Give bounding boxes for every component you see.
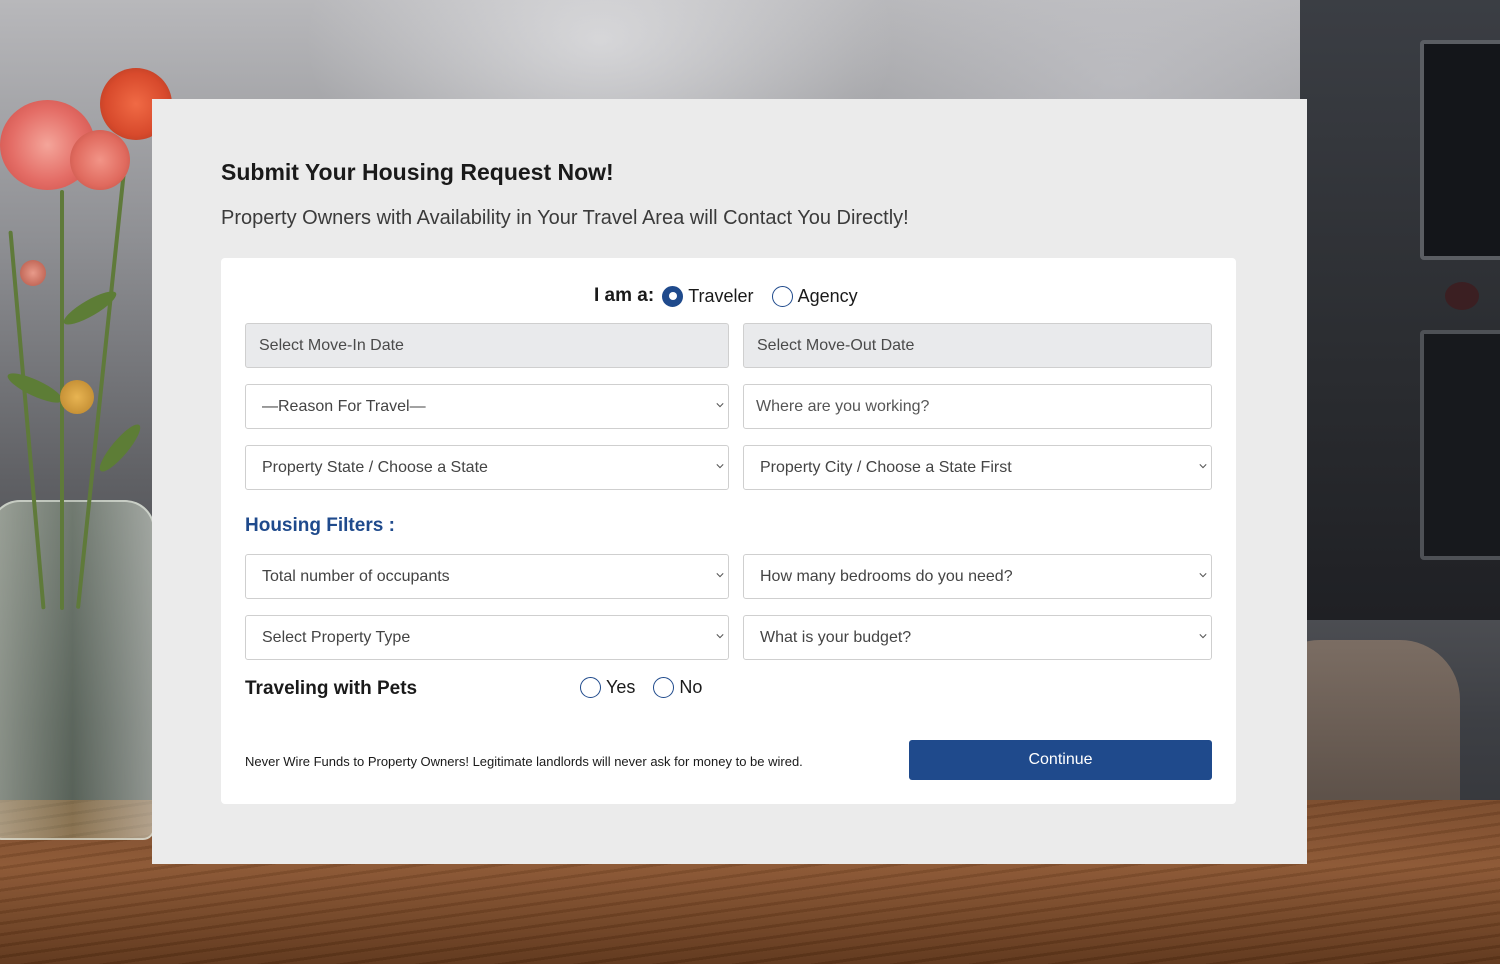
background-flower	[20, 260, 46, 286]
property-city-value: Property City / Choose a State First	[760, 458, 1012, 476]
page-title: Submit Your Housing Request Now!	[221, 159, 614, 185]
background-oven-lower	[1420, 330, 1500, 560]
request-form: I am a: Traveler Agency Select Move-In D…	[221, 258, 1236, 804]
pets-no-label: No	[679, 677, 703, 697]
move-out-date-field[interactable]: Select Move-Out Date	[743, 323, 1212, 368]
occupants-select[interactable]: Total number of occupants	[245, 554, 729, 599]
background-leaf	[94, 419, 146, 477]
continue-button[interactable]: Continue	[909, 740, 1212, 780]
pets-yes-radio[interactable]	[580, 677, 601, 698]
request-panel: Submit Your Housing Request Now! Propert…	[152, 99, 1307, 864]
chevron-down-icon	[716, 634, 724, 639]
traveler-radio[interactable]	[662, 285, 684, 307]
traveler-label: Traveler	[688, 285, 754, 306]
bedrooms-value: How many bedrooms do you need?	[760, 567, 1013, 585]
background-leaf	[4, 368, 66, 408]
wire-funds-disclaimer: Never Wire Funds to Property Owners! Leg…	[245, 754, 803, 769]
chevron-down-icon	[716, 573, 724, 578]
pets-label: Traveling with Pets	[245, 678, 418, 699]
reason-for-travel-value: —Reason For Travel—	[262, 397, 426, 415]
work-location-placeholder: Where are you working?	[756, 397, 930, 415]
chevron-down-icon	[1199, 464, 1207, 469]
move-in-date-field[interactable]: Select Move-In Date	[245, 323, 729, 368]
pets-yes[interactable]: Yes	[580, 677, 635, 698]
occupants-value: Total number of occupants	[262, 567, 450, 585]
housing-filters-heading: Housing Filters :	[245, 515, 395, 536]
background-oven	[1420, 40, 1500, 260]
pets-yes-label: Yes	[606, 677, 636, 697]
property-type-select[interactable]: Select Property Type	[245, 615, 729, 660]
reason-for-travel-select[interactable]: —Reason For Travel—	[245, 384, 729, 429]
pets-radio-group: Yes No	[580, 677, 720, 698]
agency-radio[interactable]	[771, 285, 793, 307]
move-in-date-placeholder: Select Move-In Date	[259, 336, 404, 354]
budget-value: What is your budget?	[760, 628, 912, 646]
property-state-select[interactable]: Property State / Choose a State	[245, 445, 729, 490]
agency-label: Agency	[797, 285, 858, 306]
user-type-agency[interactable]: Agency	[771, 285, 858, 307]
background-vase	[0, 500, 155, 840]
user-type-traveler[interactable]: Traveler	[662, 285, 754, 307]
budget-select[interactable]: What is your budget?	[743, 615, 1212, 660]
work-location-input[interactable]: Where are you working?	[743, 384, 1212, 429]
background-flower	[70, 130, 130, 190]
property-city-select[interactable]: Property City / Choose a State First	[743, 445, 1212, 490]
chevron-down-icon	[716, 464, 724, 469]
bedrooms-select[interactable]: How many bedrooms do you need?	[743, 554, 1212, 599]
pets-no[interactable]: No	[653, 677, 702, 698]
page-subtitle: Property Owners with Availability in You…	[221, 207, 909, 229]
property-state-value: Property State / Choose a State	[262, 458, 488, 476]
user-type-label: I am a:	[594, 285, 655, 306]
move-out-date-placeholder: Select Move-Out Date	[757, 336, 915, 354]
property-type-value: Select Property Type	[262, 628, 411, 646]
chevron-down-icon	[716, 403, 724, 408]
background-knob	[1445, 282, 1479, 310]
user-type-group: I am a: Traveler Agency	[594, 282, 876, 310]
chevron-down-icon	[1199, 634, 1207, 639]
background-flower	[60, 380, 94, 414]
pets-no-radio[interactable]	[653, 677, 675, 698]
chevron-down-icon	[1199, 573, 1207, 578]
